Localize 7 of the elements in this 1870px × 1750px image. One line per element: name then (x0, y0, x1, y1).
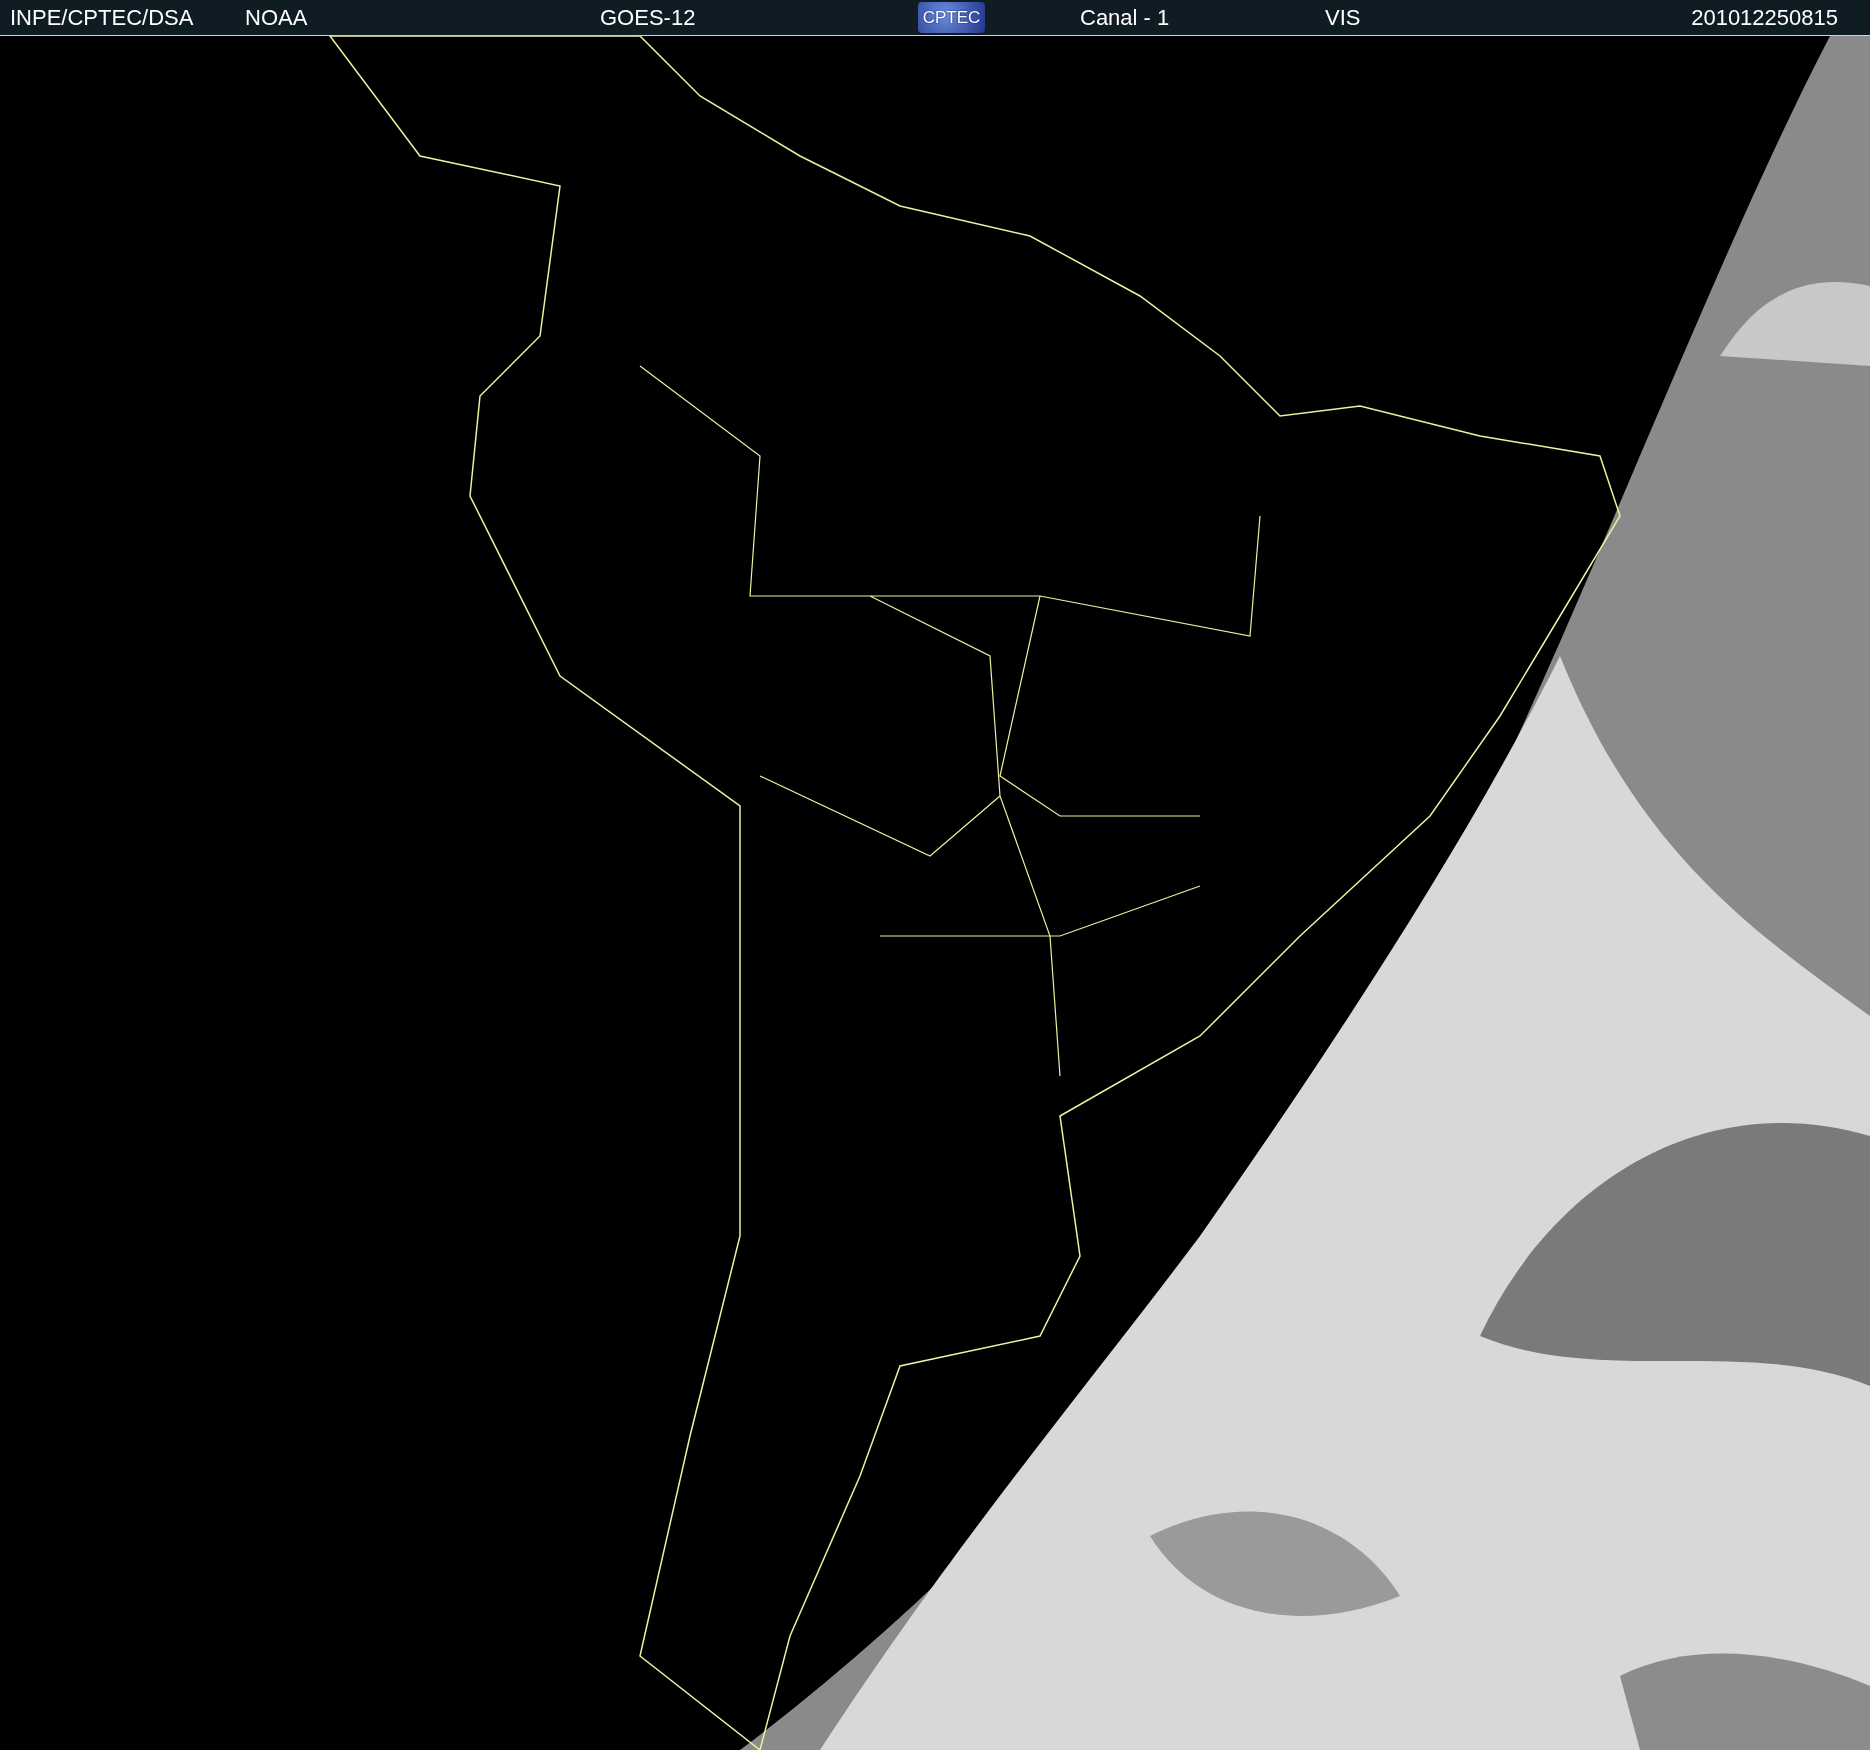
header-label: 201012250815 (1691, 6, 1838, 30)
header-label: NOAA (245, 6, 308, 30)
logo: CPTEC (918, 2, 985, 33)
header-label: VIS (1325, 6, 1361, 30)
header-label: INPE/CPTEC/DSA (10, 6, 194, 30)
header-label: GOES-12 (600, 6, 696, 30)
header-label: Canal - 1 (1080, 6, 1170, 30)
